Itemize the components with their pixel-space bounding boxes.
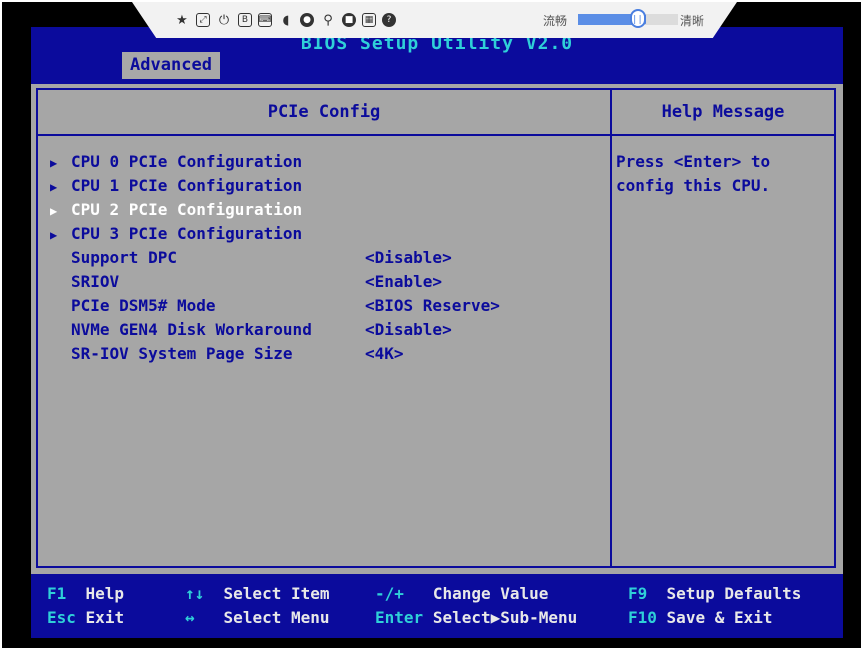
submenu-arrow-icon: ▶	[50, 156, 58, 170]
row-label: CPU 3 PCIe Configuration	[71, 224, 303, 243]
panel-title: PCIe Config	[38, 90, 610, 136]
screenshot-icon[interactable]: ▦	[362, 13, 376, 27]
enter-desc: Select▶Sub-Menu	[432, 608, 578, 627]
toolbar-icons: ★ ⤢ ⏻ B ⌨ ◖ ● ⚲ ■ ▦ ?	[174, 10, 396, 30]
settings-list: ▶ CPU 0 PCIe Configuration ▶ CPU 1 PCIe Con…	[50, 150, 500, 366]
console-screen: BIOS Setup Utility V2.0 Advanced PCIe Co…	[2, 2, 861, 648]
quality-slider-knob[interactable]: |||	[630, 9, 648, 28]
keyboard-icon[interactable]: ⌨	[258, 13, 272, 27]
mouse-icon[interactable]: ◖	[278, 12, 294, 28]
footer-leftright: ↔ Select Menu	[185, 606, 330, 630]
help-message: Press <Enter> to config this CPU.	[616, 152, 771, 195]
settings-row[interactable]: ▶ CPU 1 PCIe Configuration	[50, 174, 312, 198]
settings-row[interactable]: SRIOV <Enable>	[50, 270, 442, 294]
clear-label: 清晰	[680, 14, 705, 28]
row-value[interactable]: <Disable>	[365, 318, 452, 342]
row-label: Support DPC	[71, 248, 177, 267]
settings-row[interactable]: NVMe GEN4 Disk Workaround <Disable>	[50, 318, 452, 342]
record-icon[interactable]: ■	[342, 13, 356, 27]
help-icon[interactable]: ?	[382, 13, 396, 27]
bios-main-area: PCIe Config ▶ CPU 0 PCIe Configuration ▶ CP…	[31, 84, 843, 574]
footer-f1: F1 Help	[47, 582, 124, 606]
settings-panel: PCIe Config ▶ CPU 0 PCIe Configuration ▶ CP…	[36, 88, 612, 568]
settings-row[interactable]: ▶ CPU 3 PCIe Configuration	[50, 222, 312, 246]
row-value[interactable]: <4K>	[365, 342, 404, 366]
quality-slider-fill	[578, 14, 638, 25]
row-label: CPU 1 PCIe Configuration	[71, 176, 303, 195]
settings-row[interactable]: PCIe DSM5# Mode <BIOS Reserve>	[50, 294, 500, 318]
plusminus-key: -/+	[375, 584, 404, 603]
fluent-label: 流畅	[543, 14, 568, 28]
settings-row[interactable]: ▶ CPU 2 PCIe Configuration	[50, 198, 312, 222]
row-label: CPU 2 PCIe Configuration	[71, 200, 303, 219]
media-icon[interactable]: ●	[300, 13, 314, 27]
usb-icon[interactable]: ⚲	[320, 12, 336, 28]
bios-footer: F1 Help Esc Exit ↑↓ Select Item ↔ Select…	[31, 574, 843, 638]
submenu-arrow-icon: ▶	[50, 228, 58, 242]
pin-icon[interactable]: ★	[174, 12, 190, 28]
row-value[interactable]: <Disable>	[365, 246, 452, 270]
submenu-arrow-icon: ▶	[50, 204, 58, 218]
updown-desc: Select Item	[223, 584, 330, 603]
footer-enter: Enter Select▶Sub-Menu	[375, 606, 577, 630]
settings-row[interactable]: Support DPC <Disable>	[50, 246, 452, 270]
footer-esc: Esc Exit	[47, 606, 124, 630]
footer-f10: F10 Save & Exit	[628, 606, 773, 630]
row-label: CPU 0 PCIe Configuration	[71, 152, 303, 171]
row-label: PCIe DSM5# Mode	[71, 296, 216, 315]
footer-updown: ↑↓ Select Item	[185, 582, 330, 606]
enter-key: Enter	[375, 608, 424, 627]
power-icon[interactable]: ⏻	[216, 12, 232, 28]
footer-f9: F9 Setup Defaults	[628, 582, 801, 606]
row-value[interactable]: <Enable>	[365, 270, 442, 294]
footer-plusminus: -/+ Change Value	[375, 582, 548, 606]
f10-key: F10	[628, 608, 657, 627]
settings-row[interactable]: ▶ CPU 0 PCIe Configuration	[50, 150, 312, 174]
leftright-desc: Select Menu	[223, 608, 330, 627]
esc-desc: Exit	[85, 608, 125, 627]
updown-key: ↑↓	[185, 584, 205, 603]
esc-key: Esc	[47, 608, 76, 627]
fullscreen-icon[interactable]: ⤢	[196, 13, 210, 27]
row-label: SRIOV	[71, 272, 120, 291]
plusminus-desc: Change Value	[432, 584, 549, 603]
row-label: SR-IOV System Page Size	[71, 344, 293, 363]
row-value[interactable]: <BIOS Reserve>	[365, 294, 500, 318]
f10-desc: Save & Exit	[666, 608, 773, 627]
b-icon[interactable]: B	[238, 13, 252, 27]
tab-advanced[interactable]: Advanced	[122, 52, 220, 79]
submenu-arrow-icon: ▶	[50, 180, 58, 194]
settings-row[interactable]: SR-IOV System Page Size <4K>	[50, 342, 404, 366]
help-panel: Help Message Press <Enter> to config thi…	[610, 88, 836, 568]
help-title: Help Message	[612, 90, 834, 136]
row-label: NVMe GEN4 Disk Workaround	[71, 320, 312, 339]
leftright-key: ↔	[185, 608, 195, 627]
quality-slider[interactable]: |||	[578, 9, 678, 28]
f9-desc: Setup Defaults	[666, 584, 802, 603]
f9-key: F9	[628, 584, 648, 603]
f1-desc: Help	[85, 584, 125, 603]
f1-key: F1	[47, 584, 67, 603]
remote-console-toolbar: ★ ⤢ ⏻ B ⌨ ◖ ● ⚲ ■ ▦ ? 流畅 ||| 清晰	[132, 2, 737, 38]
